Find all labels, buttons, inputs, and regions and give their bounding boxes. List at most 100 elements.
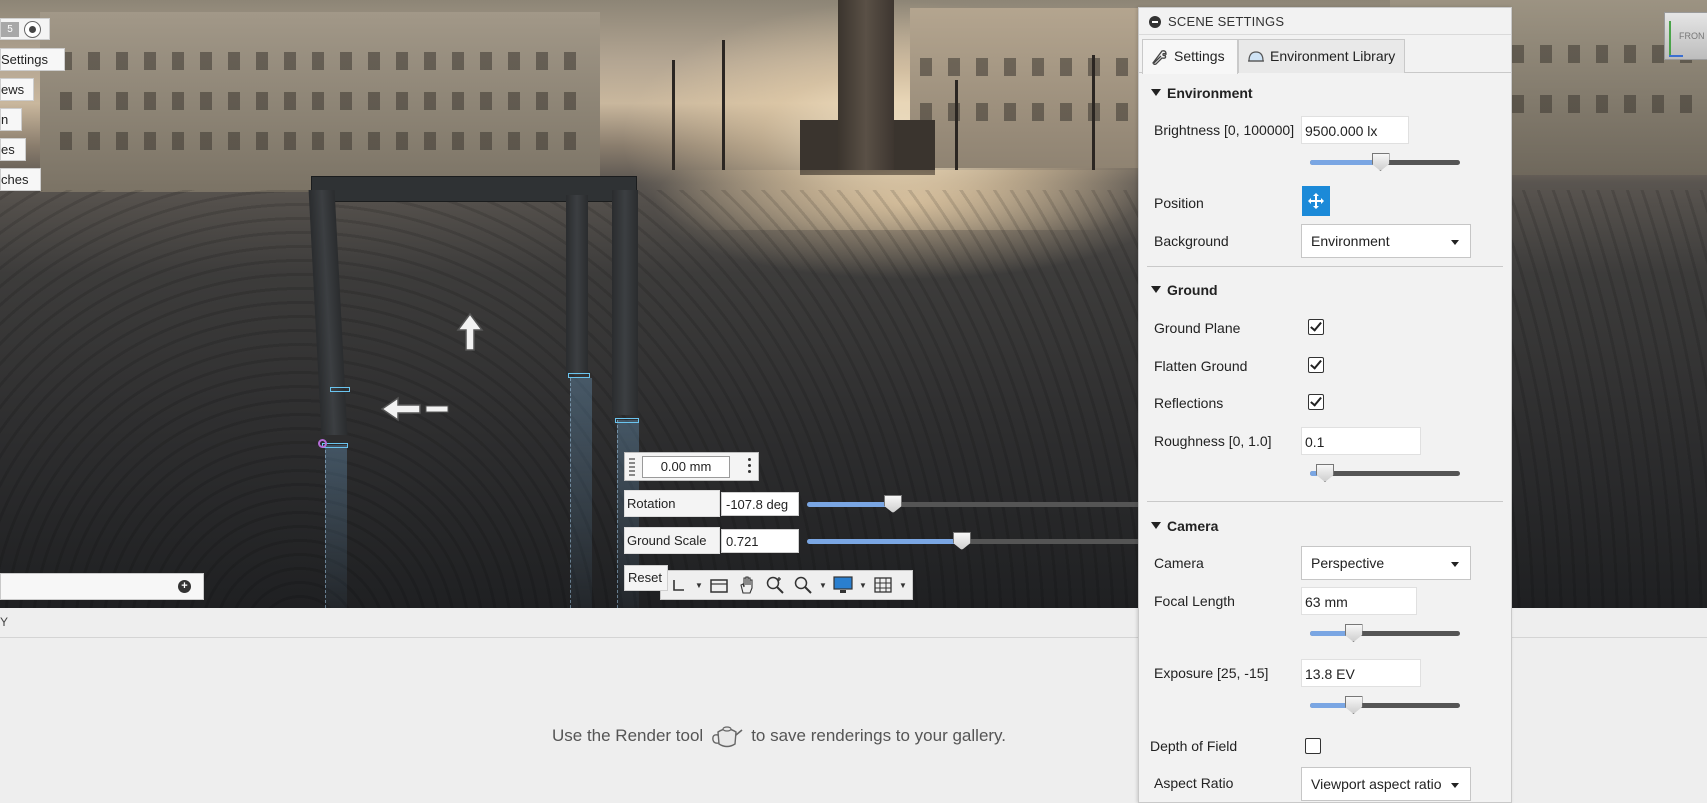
zoom-icon[interactable] [763, 574, 787, 596]
left-menu-label: ches [1, 172, 29, 187]
brightness-label: Brightness [0, 100000] [1154, 122, 1295, 138]
focal-length-input[interactable]: 63 mm [1301, 587, 1417, 615]
left-menu-label: Settings [1, 52, 48, 67]
left-menu-item-es[interactable]: es [0, 138, 26, 161]
ground-scale-input[interactable]: 0.721 [721, 529, 799, 553]
home-icon[interactable] [707, 574, 731, 596]
street-lamp [1092, 55, 1095, 170]
brightness-input[interactable]: 9500.000 lx [1301, 116, 1409, 144]
focal-length-slider[interactable] [1310, 624, 1460, 642]
viewcube-axis [1669, 55, 1683, 57]
add-icon[interactable]: + [178, 580, 191, 593]
position-move-button[interactable] [1302, 186, 1330, 216]
depth-of-field-checkbox[interactable] [1305, 738, 1321, 754]
chevron-down-icon [1451, 783, 1459, 788]
left-menu-item-ches[interactable]: ches [0, 168, 41, 191]
wrench-icon [1152, 50, 1167, 65]
ground-scale-slider-fill [807, 539, 962, 544]
aspect-ratio-select[interactable]: Viewport aspect ratio [1301, 767, 1471, 801]
visibility-radio-icon[interactable] [24, 21, 41, 38]
position-label: Position [1154, 195, 1204, 211]
viewcube[interactable]: FRON [1664, 12, 1707, 60]
left-toolbar-top: 5 [0, 18, 50, 40]
tab-environment-library[interactable]: Environment Library [1238, 39, 1405, 73]
brightness-slider-fill [1310, 160, 1381, 165]
ground-plane-checkbox[interactable] [1308, 319, 1324, 335]
rotation-slider-thumb[interactable] [884, 495, 902, 513]
left-bottom-panel: + [0, 573, 204, 600]
ground-scale-slider-thumb[interactable] [952, 532, 971, 550]
selection-highlight [568, 373, 590, 378]
zoom-window-icon[interactable] [791, 574, 815, 596]
gallery-tab-label: Y [0, 615, 9, 629]
caret-down-icon [1151, 522, 1161, 529]
panel-title: SCENE SETTINGS [1168, 14, 1285, 29]
roughness-slider-thumb[interactable] [1316, 464, 1334, 482]
chevron-down-icon[interactable]: ▼ [695, 581, 703, 590]
collapse-icon[interactable] [1149, 16, 1161, 28]
exposure-slider-thumb[interactable] [1344, 696, 1363, 714]
left-menu-item-views[interactable]: ews [0, 78, 34, 101]
pivot-point[interactable] [318, 439, 327, 448]
viewcube-axis [1669, 21, 1671, 57]
ground-scale-label: Ground Scale [624, 527, 720, 554]
focal-length-slider-thumb[interactable] [1344, 624, 1363, 642]
aspect-ratio-label: Aspect Ratio [1154, 775, 1234, 791]
reflections-label: Reflections [1154, 395, 1224, 411]
flatten-ground-label: Flatten Ground [1154, 358, 1248, 374]
exposure-slider[interactable] [1310, 696, 1460, 714]
background-select[interactable]: Environment [1301, 224, 1471, 258]
roughness-slider[interactable] [1310, 464, 1460, 482]
viewcube-label: FRON [1679, 31, 1705, 41]
camera-select[interactable]: Perspective [1301, 546, 1471, 580]
move-left-arrow-icon[interactable] [380, 394, 452, 424]
roughness-input[interactable]: 0.1 [1301, 427, 1421, 455]
grid-icon[interactable] [871, 574, 895, 596]
monument-column [838, 0, 894, 170]
orbit-icon[interactable] [667, 574, 691, 596]
more-options-icon[interactable] [748, 458, 752, 476]
environment-dome-icon [1248, 51, 1264, 62]
chevron-down-icon[interactable]: ▼ [899, 581, 907, 590]
rotation-slider-fill [807, 502, 893, 507]
display-icon[interactable] [831, 574, 855, 596]
exposure-label: Exposure [25, -15] [1154, 665, 1269, 681]
chevron-down-icon [1451, 240, 1459, 245]
section-ground[interactable]: Ground [1139, 282, 1218, 298]
tab-label: Settings [1174, 48, 1225, 64]
street-lamp [672, 60, 675, 170]
tab-settings[interactable]: Settings [1142, 39, 1238, 74]
reflections-checkbox[interactable] [1308, 394, 1324, 410]
gallery-message-after: to save renderings to your gallery. [751, 726, 1007, 745]
distance-manipulator: 0.00 mm [624, 452, 759, 481]
flatten-ground-checkbox[interactable] [1308, 357, 1324, 373]
pan-icon[interactable] [735, 574, 759, 596]
chevron-down-icon [1451, 562, 1459, 567]
chevron-down-icon[interactable]: ▼ [859, 581, 867, 590]
reset-button[interactable]: Reset [624, 565, 668, 591]
section-environment[interactable]: Environment [1139, 85, 1253, 101]
section-title: Camera [1167, 518, 1219, 534]
exposure-input[interactable]: 13.8 EV [1301, 659, 1421, 687]
brightness-slider[interactable] [1310, 153, 1460, 171]
frame-top-beam[interactable] [311, 176, 637, 202]
viewport-toolbar: ▼ ▼ ▼ ▼ [660, 570, 913, 600]
left-menu-item-settings[interactable]: Settings [0, 48, 65, 71]
divider [1147, 266, 1503, 267]
rotation-input[interactable]: -107.8 deg [721, 492, 799, 516]
frame-post-right[interactable] [612, 190, 638, 415]
render-teapot-icon [712, 726, 743, 748]
depth-of-field-label: Depth of Field [1150, 738, 1238, 754]
frame-post-middle[interactable] [566, 195, 588, 375]
drag-grip-icon[interactable] [629, 458, 635, 476]
divider [1147, 501, 1503, 502]
section-camera[interactable]: Camera [1139, 518, 1218, 534]
roughness-label: Roughness [0, 1.0] [1154, 433, 1272, 449]
brightness-slider-thumb[interactable] [1371, 153, 1390, 171]
left-top-chip[interactable]: 5 [1, 22, 19, 37]
chevron-down-icon[interactable]: ▼ [819, 581, 827, 590]
gallery-empty-message: Use the Render tool to save renderings t… [552, 722, 1006, 750]
move-up-arrow-icon[interactable] [455, 312, 485, 352]
distance-input[interactable]: 0.00 mm [642, 456, 730, 478]
left-menu-item-n[interactable]: n [0, 108, 22, 131]
